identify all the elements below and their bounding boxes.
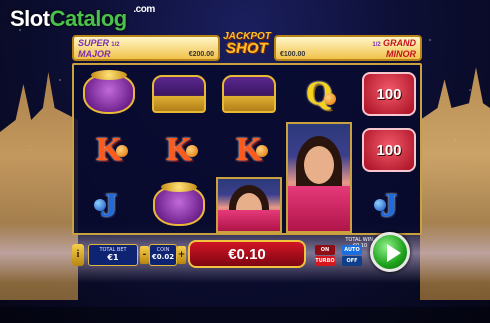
symbol-j: J xyxy=(356,179,422,233)
spin-button[interactable] xyxy=(370,232,410,272)
symbol-k: K xyxy=(216,123,282,177)
slotcatalog-watermark: SlotCatalog .com xyxy=(10,4,155,32)
major-value: €200.00 xyxy=(188,50,214,58)
coin-box: COIN €0.02 xyxy=(149,244,177,266)
symbol-chest xyxy=(216,67,282,121)
coin-value: €0.02 xyxy=(151,253,175,261)
reel-3: K xyxy=(214,65,284,233)
control-bar: i TOTAL BET €1 - COIN €0.02 + €0.10 TOTA… xyxy=(72,232,422,272)
game-scene: SlotCatalog .com SUPER 1/2 MAJOR €200.00… xyxy=(0,0,490,323)
symbol-100: 100 xyxy=(356,67,422,121)
turbo-on-label[interactable]: ON xyxy=(315,245,335,255)
treasure-chest-icon xyxy=(152,75,206,113)
symbol-q: Q xyxy=(286,67,352,121)
coin-plus-button[interactable]: + xyxy=(177,246,186,264)
blue-gem-icon xyxy=(374,199,386,211)
reel-1: K J xyxy=(74,65,144,233)
win-display: €0.10 xyxy=(188,240,306,268)
reel-2: K xyxy=(144,65,214,233)
pouch-icon xyxy=(83,70,135,114)
orange-gem-icon xyxy=(116,145,128,157)
jackpot-right-panel: 1/2 GRAND €100.00 MINOR xyxy=(274,35,422,61)
symbol-pouch xyxy=(146,179,212,233)
hundred-gem: 100 xyxy=(362,128,416,172)
grand-odds: 1/2 xyxy=(372,42,381,48)
total-bet-box[interactable]: TOTAL BET €1 xyxy=(88,244,138,266)
watermark-catalog: Catalog xyxy=(49,6,128,31)
reel-4: Q xyxy=(284,65,354,233)
symbol-100: 100 xyxy=(356,123,422,177)
jackpot-left-panel: SUPER 1/2 MAJOR €200.00 xyxy=(72,35,220,61)
jackpot-logo-line2: SHOT xyxy=(226,40,268,57)
orange-gem-icon xyxy=(256,145,268,157)
info-button[interactable]: i xyxy=(72,244,84,266)
treasure-chest-icon xyxy=(222,75,276,113)
minor-value: €100.00 xyxy=(280,50,306,58)
jackpot-shot-logo: JACKPOT SHOT xyxy=(217,31,277,61)
symbol-k: K xyxy=(76,123,142,177)
major-label: MAJOR xyxy=(78,49,111,59)
orange-gem-icon xyxy=(324,93,336,105)
reel-5: 100 100 J xyxy=(354,65,424,233)
coin-minus-button[interactable]: - xyxy=(140,246,149,264)
blue-gem-icon xyxy=(94,199,106,211)
super-label: SUPER xyxy=(78,38,110,48)
auto-off-label[interactable]: OFF xyxy=(342,256,362,266)
pouch-icon xyxy=(153,182,205,226)
footer-strip xyxy=(0,307,490,323)
symbol-pouch xyxy=(76,67,142,121)
hundred-gem: 100 xyxy=(362,72,416,116)
symbol-princess xyxy=(216,177,282,233)
symbol-j: J xyxy=(76,179,142,233)
total-bet-value: €1 xyxy=(107,253,119,262)
watermark-slot: Slot xyxy=(10,6,50,31)
princess-face xyxy=(304,146,334,184)
grand-label: GRAND xyxy=(383,38,416,48)
jackpot-header: SUPER 1/2 MAJOR €200.00 JACKPOT SHOT 1/2… xyxy=(72,31,422,61)
minor-label: MINOR xyxy=(386,49,416,59)
auto-button[interactable]: AUTO xyxy=(342,245,362,255)
symbol-princess-stacked xyxy=(286,122,352,233)
turbo-button[interactable]: TURBO xyxy=(315,256,335,266)
orange-gem-icon xyxy=(186,145,198,157)
princess-veil xyxy=(288,186,350,231)
watermark-com: .com xyxy=(133,4,155,15)
symbol-chest xyxy=(146,67,212,121)
reel-grid: K J K K Q 100 100 J xyxy=(72,63,422,235)
symbol-k: K xyxy=(146,123,212,177)
super-odds: 1/2 xyxy=(111,42,120,48)
princess-veil xyxy=(218,210,280,231)
